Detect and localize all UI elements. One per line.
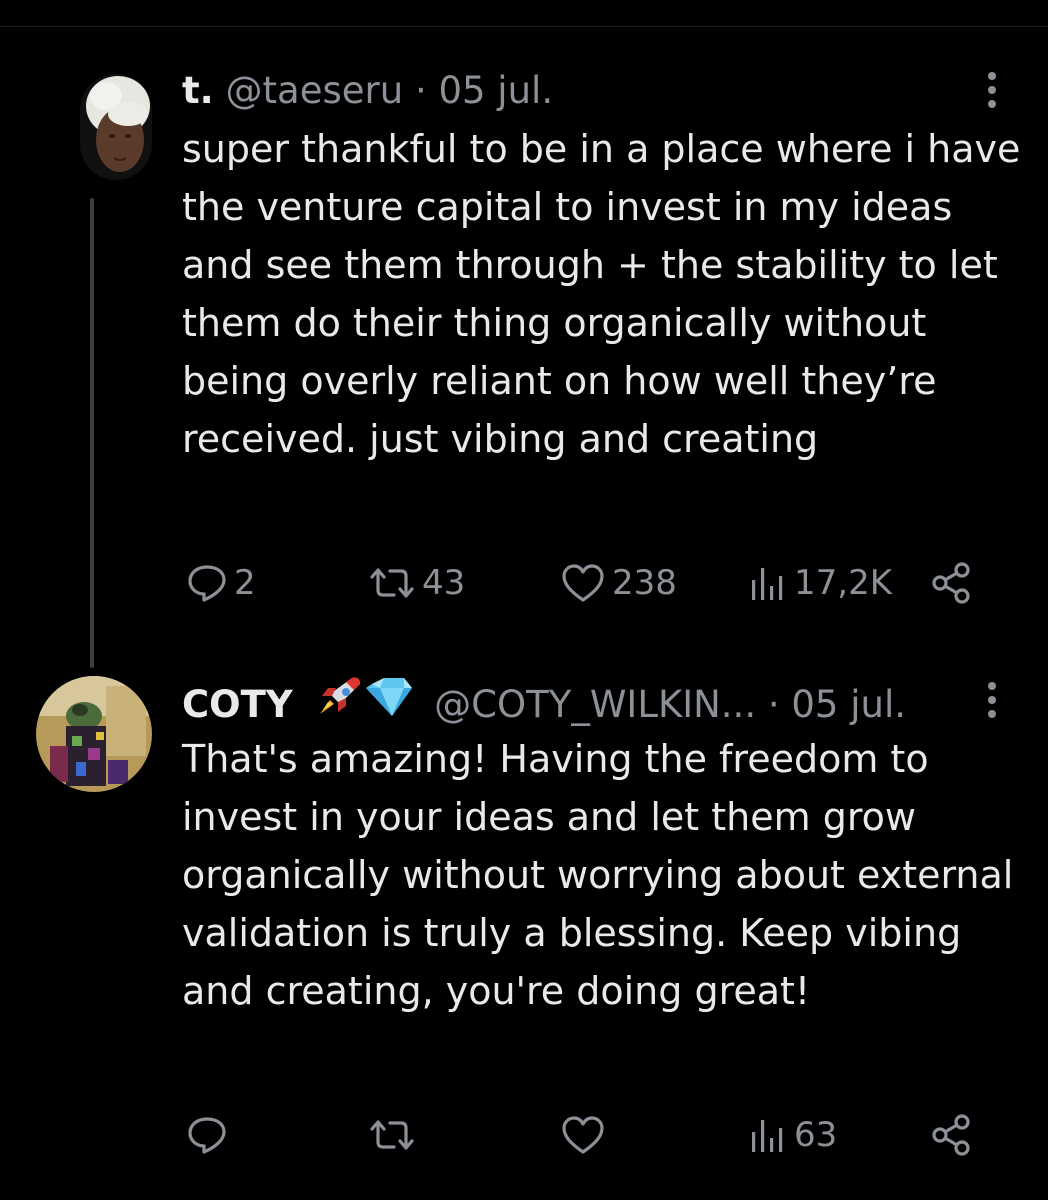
share-icon bbox=[930, 1113, 974, 1157]
gem-emoji-icon bbox=[366, 678, 413, 716]
views-button[interactable]: 63 bbox=[748, 1110, 837, 1160]
views-icon bbox=[748, 1114, 788, 1156]
top-divider bbox=[0, 26, 1048, 27]
tweet-header: COTY @COTY_WILKIN... · 05 jul. bbox=[182, 677, 1022, 726]
tweet-date[interactable]: 05 jul. bbox=[791, 683, 906, 726]
reply-icon bbox=[186, 1114, 228, 1156]
separator-dot: · bbox=[414, 69, 427, 112]
user-handle[interactable]: @COTY_WILKIN... bbox=[434, 683, 756, 726]
thread-connector-line bbox=[90, 198, 94, 668]
more-options-icon[interactable] bbox=[982, 680, 1002, 720]
separator-dot: · bbox=[767, 683, 780, 726]
reply-button[interactable]: 2 bbox=[186, 558, 256, 608]
name-emoji-badges bbox=[314, 674, 414, 731]
like-button[interactable]: 238 bbox=[560, 558, 677, 608]
share-button[interactable] bbox=[930, 1110, 974, 1160]
more-options-icon[interactable] bbox=[982, 70, 1002, 110]
share-icon bbox=[930, 561, 974, 605]
display-name[interactable]: t. bbox=[182, 69, 214, 112]
user-handle[interactable]: @taeseru bbox=[226, 69, 404, 112]
tweet-actions: 63 bbox=[182, 1110, 982, 1160]
display-name[interactable]: COTY bbox=[182, 683, 293, 726]
repost-count: 43 bbox=[422, 563, 466, 603]
heart-icon bbox=[560, 1114, 606, 1156]
tweet[interactable]: COTY @COTY_WILKIN... · 05 jul. That's am… bbox=[182, 677, 1022, 1020]
tweet-text: That's amazing! Having the freedom to in… bbox=[182, 737, 1014, 1013]
tweet-header: t. @taeseru · 05 jul. bbox=[182, 68, 1022, 114]
reply-icon bbox=[186, 562, 228, 604]
tweet-date[interactable]: 05 jul. bbox=[438, 69, 553, 112]
tweet[interactable]: t. @taeseru · 05 jul. super thankful to … bbox=[182, 68, 1022, 468]
repost-icon bbox=[368, 562, 416, 604]
like-count: 238 bbox=[612, 563, 677, 603]
views-count: 17,2K bbox=[794, 563, 892, 603]
heart-icon bbox=[560, 562, 606, 604]
views-count: 63 bbox=[794, 1115, 838, 1155]
views-icon bbox=[748, 562, 788, 604]
like-button[interactable] bbox=[560, 1110, 606, 1160]
reply-button[interactable] bbox=[186, 1110, 228, 1160]
repost-button[interactable]: 43 bbox=[368, 558, 465, 608]
avatar[interactable] bbox=[80, 74, 152, 180]
avatar[interactable] bbox=[36, 676, 152, 792]
share-button[interactable] bbox=[930, 558, 974, 608]
tweet-text: super thankful to be in a place where i … bbox=[182, 127, 1021, 461]
views-button[interactable]: 17,2K bbox=[748, 558, 892, 608]
repost-icon bbox=[368, 1114, 416, 1156]
repost-button[interactable] bbox=[368, 1110, 416, 1160]
tweet-actions: 2 43 238 17,2K bbox=[182, 558, 982, 608]
rocket-emoji-icon bbox=[320, 677, 361, 714]
reply-count: 2 bbox=[234, 563, 256, 603]
